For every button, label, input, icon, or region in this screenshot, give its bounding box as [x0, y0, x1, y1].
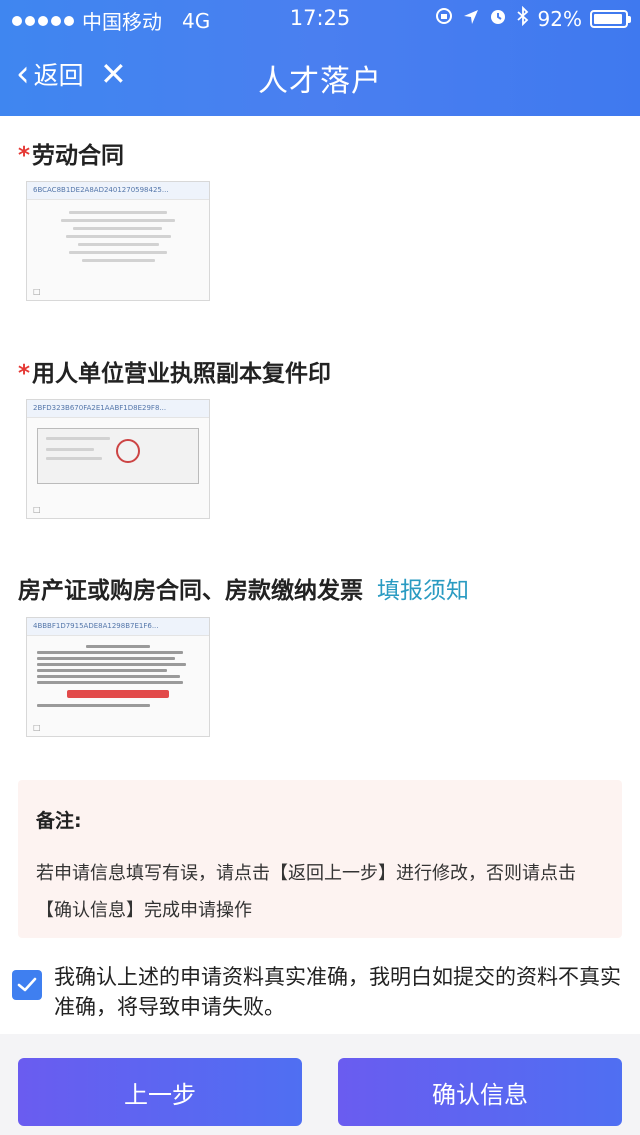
status-bar: 中国移动 4G 17:25 92%	[0, 0, 640, 36]
thumbnail-content	[27, 636, 209, 716]
thumbnail-header: 2BFD323B670FA2E1AABF1D8E29F8...	[27, 400, 209, 418]
alarm-icon	[488, 6, 508, 31]
document-thumbnail-property[interactable]: 4BBBF1D7915ADE8A1298B7E1F6... □	[26, 617, 210, 737]
agreement-row: 我确认上述的申请资料真实准确，我明白如提交的资料不真实准确，将导致申请失败。	[12, 962, 628, 1022]
thumbnail-content	[27, 200, 209, 273]
location-icon	[462, 7, 480, 31]
top-bar: 中国移动 4G 17:25 92% ‹ 返回 ✕ 人才落户	[0, 0, 640, 116]
seal-icon	[116, 439, 140, 463]
section-title: 劳动合同	[32, 143, 125, 169]
section-label-labor-contract: *劳动合同	[18, 136, 124, 170]
document-thumbnail-labor-contract[interactable]: 6BCAC8B1DE2A8AD2401270598425... □	[26, 181, 210, 301]
rotation-lock-icon	[434, 6, 454, 31]
navigation-bar: ‹ 返回 ✕ 人才落户	[0, 36, 640, 116]
thumbnail-header: 4BBBF1D7915ADE8A1298B7E1F6...	[27, 618, 209, 636]
remark-text: 若申请信息填写有误，请点击【返回上一步】进行修改，否则请点击【确认信息】完成申请…	[36, 863, 576, 921]
battery-percent: 92%	[537, 6, 582, 31]
battery-level	[594, 13, 622, 24]
section-label-property-documents: 房产证或购房合同、房款缴纳发票 填报须知	[18, 571, 469, 605]
document-thumbnail-business-license[interactable]: 2BFD323B670FA2E1AABF1D8E29F8... □	[26, 399, 210, 519]
license-image	[37, 428, 199, 484]
previous-step-button[interactable]: 上一步	[18, 1058, 302, 1126]
thumbnail-header: 6BCAC8B1DE2A8AD2401270598425...	[27, 182, 209, 200]
confirm-info-button[interactable]: 确认信息	[338, 1058, 622, 1126]
required-mark: *	[18, 361, 31, 387]
agreement-text: 我确认上述的申请资料真实准确，我明白如提交的资料不真实准确，将导致申请失败。	[54, 965, 621, 1019]
thumbnail-page-icon: □	[33, 723, 41, 732]
bluetooth-icon	[516, 5, 530, 31]
section-label-business-license: *用人单位营业执照副本复件印	[18, 354, 331, 388]
filing-notice-link[interactable]: 填报须知	[377, 578, 469, 604]
agreement-checkbox[interactable]	[12, 970, 42, 1000]
stamp-mark	[67, 690, 169, 698]
section-title: 用人单位营业执照副本复件印	[32, 361, 332, 387]
battery-icon	[590, 9, 631, 28]
checkmark-icon	[17, 977, 37, 992]
status-right: 92%	[434, 5, 631, 31]
thumbnail-page-icon: □	[33, 505, 41, 514]
remark-title: 备注:	[36, 810, 82, 832]
page-title: 人才落户	[258, 64, 382, 99]
required-mark: *	[18, 143, 31, 169]
thumbnail-page-icon: □	[33, 287, 41, 296]
section-title: 房产证或购房合同、房款缴纳发票	[18, 578, 363, 604]
remark-box: 备注: 若申请信息填写有误，请点击【返回上一步】进行修改，否则请点击【确认信息】…	[18, 780, 622, 938]
